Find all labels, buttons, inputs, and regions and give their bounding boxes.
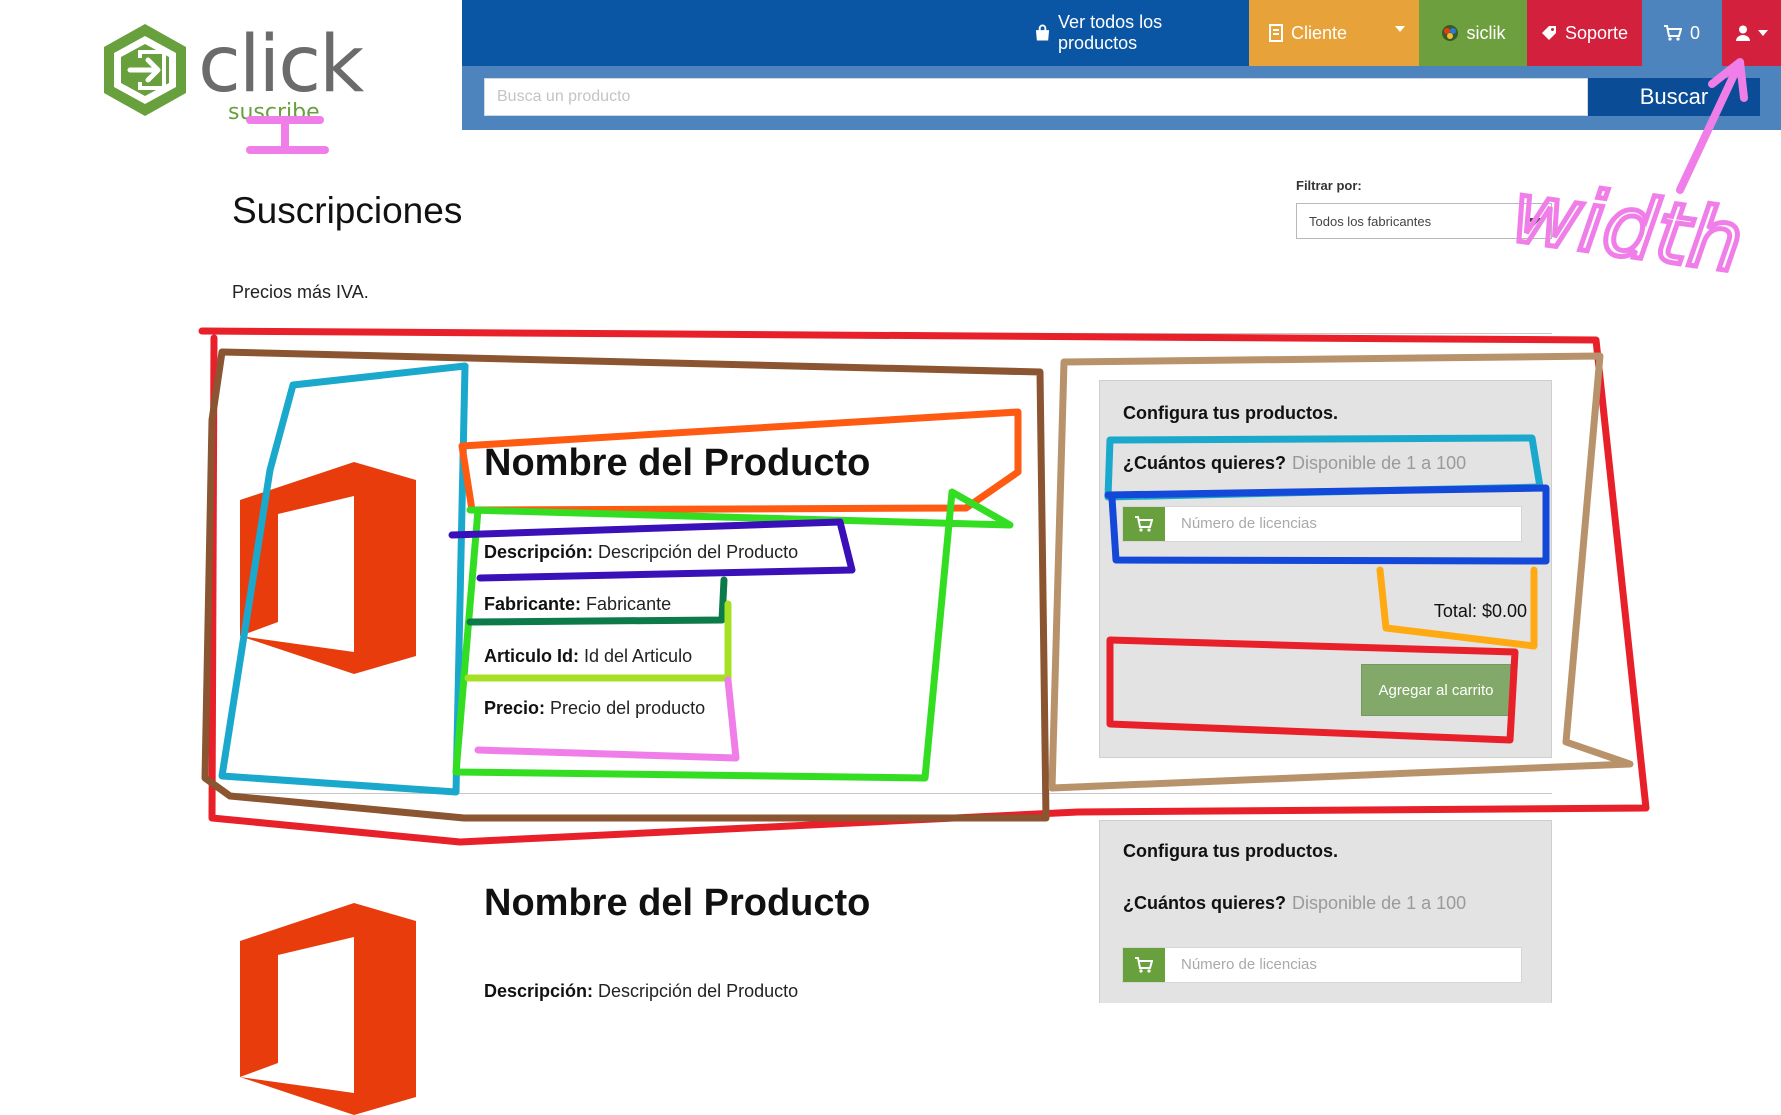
price-note: Precios más IVA. bbox=[232, 282, 369, 302]
search-button[interactable]: Buscar bbox=[1588, 78, 1760, 116]
nav-cliente-label: Cliente bbox=[1291, 22, 1348, 43]
config-panel: Configura tus productos. ¿Cuántos quiere… bbox=[1099, 380, 1552, 758]
field-value: Id del Articulo bbox=[584, 646, 693, 666]
product-price: Precio: Precio del producto bbox=[484, 698, 705, 719]
divider bbox=[232, 333, 1552, 334]
product-name: Nombre del Producto bbox=[484, 882, 871, 924]
add-to-cart-button[interactable]: Agregar al carrito bbox=[1361, 664, 1511, 716]
nav-cliente-dropdown[interactable]: Cliente bbox=[1249, 0, 1419, 66]
search-input[interactable] bbox=[484, 78, 1588, 116]
config-title: Configura tus productos. bbox=[1123, 841, 1338, 861]
field-label: Fabricante: bbox=[484, 594, 582, 614]
annotation-green-outline bbox=[452, 488, 1014, 782]
availability-text: Disponible de 1 a 100 bbox=[1292, 453, 1467, 473]
order-total: Total: $0.00 bbox=[1433, 601, 1527, 621]
cart-icon bbox=[1123, 948, 1165, 982]
field-value: Fabricante bbox=[586, 594, 672, 614]
chevron-down-icon bbox=[1757, 30, 1768, 36]
quantity-question: ¿Cuántos quieres? Disponible de 1 a 100 bbox=[1123, 453, 1466, 474]
shopping-bag-icon bbox=[1035, 24, 1050, 41]
annotation-pink-line bbox=[474, 676, 740, 762]
tag-icon bbox=[1541, 26, 1556, 40]
field-label: Articulo Id: bbox=[484, 646, 579, 666]
document-icon bbox=[1269, 24, 1283, 42]
brand-logo[interactable]: click suscribe bbox=[100, 20, 364, 125]
licenses-placeholder: Número de licencias bbox=[1181, 515, 1317, 532]
product-description: Descripción: Descripción del Producto bbox=[484, 981, 798, 1002]
nav-all-products-label: Ver todos los productos bbox=[1058, 12, 1163, 53]
nav-user-menu[interactable] bbox=[1722, 0, 1781, 66]
siclik-logo-icon bbox=[1441, 25, 1458, 41]
quantity-label: ¿Cuántos quieres? bbox=[1123, 893, 1287, 913]
field-label: Descripción: bbox=[484, 542, 594, 562]
cart-icon bbox=[1663, 25, 1682, 41]
licenses-placeholder: Número de licencias bbox=[1181, 956, 1317, 973]
logo-hexagon-icon bbox=[104, 24, 186, 116]
product-description: Descripción: Descripción del Producto bbox=[484, 542, 798, 563]
field-value: Descripción del Producto bbox=[598, 981, 799, 1001]
product-name: Nombre del Producto bbox=[484, 442, 871, 484]
licenses-field[interactable]: Número de licencias bbox=[1122, 506, 1522, 542]
field-value: Precio del producto bbox=[550, 698, 706, 718]
nav-siclik[interactable]: siclik bbox=[1419, 0, 1527, 66]
cart-count: 0 bbox=[1689, 22, 1700, 43]
logo-wordmark: click bbox=[198, 20, 364, 110]
config-title: Configura tus productos. bbox=[1123, 403, 1338, 423]
divider bbox=[232, 793, 1552, 794]
logo-tagline: suscribe bbox=[228, 100, 320, 125]
nav-all-products[interactable]: Ver todos los productos bbox=[1035, 0, 1235, 66]
field-label: Precio: bbox=[484, 698, 546, 718]
field-value: Descripción del Producto bbox=[598, 542, 799, 562]
quantity-question: ¿Cuántos quieres? Disponible de 1 a 100 bbox=[1123, 893, 1466, 914]
product-manufacturer: Fabricante: Fabricante bbox=[484, 594, 671, 615]
filter-selected-value: Todos los fabricantes bbox=[1309, 213, 1432, 229]
filter-label: Filtrar por: bbox=[1296, 178, 1362, 193]
top-navbar: Ver todos los productos Cliente siclik S… bbox=[462, 0, 1781, 66]
office-logo-icon bbox=[240, 462, 416, 674]
product-article-id: Articulo Id: Id del Articulo bbox=[484, 646, 692, 667]
nav-siclik-label: siclik bbox=[1466, 22, 1506, 43]
user-icon bbox=[1735, 25, 1750, 41]
field-label: Descripción: bbox=[484, 981, 594, 1001]
config-panel: Configura tus productos. ¿Cuántos quiere… bbox=[1099, 820, 1552, 1003]
licenses-field[interactable]: Número de licencias bbox=[1122, 947, 1522, 983]
office-logo-icon bbox=[240, 903, 416, 1115]
cart-icon bbox=[1123, 507, 1165, 541]
nav-soporte-label: Soporte bbox=[1564, 22, 1629, 43]
availability-text: Disponible de 1 a 100 bbox=[1292, 893, 1467, 913]
dropdown-arrow-icon bbox=[1527, 218, 1541, 226]
chevron-down-icon bbox=[1395, 26, 1405, 32]
manufacturer-filter-select[interactable]: Todos los fabricantes bbox=[1296, 203, 1552, 239]
nav-soporte[interactable]: Soporte bbox=[1527, 0, 1642, 66]
quantity-label: ¿Cuántos quieres? bbox=[1123, 453, 1287, 473]
nav-cart[interactable]: 0 bbox=[1642, 0, 1722, 66]
page-title: Suscripciones bbox=[232, 190, 463, 231]
